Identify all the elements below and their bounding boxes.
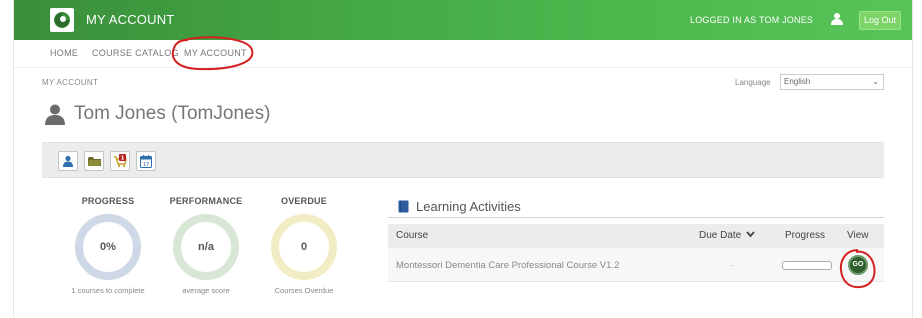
stat-title: PERFORMANCE bbox=[169, 196, 243, 206]
column-header-progress[interactable]: Progress bbox=[785, 230, 825, 241]
folder-button[interactable] bbox=[84, 151, 104, 171]
profile-button[interactable] bbox=[58, 151, 78, 171]
user-display-name: Tom Jones (TomJones) bbox=[74, 103, 271, 124]
language-select[interactable]: English ⌄ bbox=[780, 74, 884, 90]
user-avatar-icon bbox=[45, 104, 65, 125]
main-nav: HOME COURSE CATALOG MY ACCOUNT bbox=[14, 40, 912, 68]
column-header-course[interactable]: Course bbox=[396, 230, 428, 241]
breadcrumb: MY ACCOUNT bbox=[42, 78, 99, 87]
svg-text:1: 1 bbox=[121, 156, 125, 162]
stat-performance: PERFORMANCE n/a average score bbox=[156, 196, 256, 295]
table-row: Montessori Dementia Care Professional Co… bbox=[388, 248, 884, 282]
book-icon bbox=[398, 200, 409, 213]
calendar-icon: 17 bbox=[140, 154, 152, 168]
due-date-label: Due Date bbox=[699, 230, 742, 241]
user-icon bbox=[831, 12, 843, 30]
cart-button[interactable]: 1 bbox=[110, 151, 130, 171]
divider bbox=[388, 217, 884, 218]
logo-icon[interactable] bbox=[50, 8, 74, 32]
activities-table-header: Course Due Date Progress View bbox=[388, 224, 884, 248]
stat-value: 0% bbox=[100, 241, 116, 253]
top-bar: MY ACCOUNT LOGGED IN AS TOM JONES Log Ou… bbox=[14, 0, 912, 40]
user-heading: Tom Jones (TomJones) bbox=[44, 103, 270, 125]
chevron-down-icon: ⌄ bbox=[872, 77, 879, 86]
stat-title: PROGRESS bbox=[81, 196, 135, 206]
logout-button[interactable]: Log Out bbox=[859, 11, 901, 30]
column-header-due-date[interactable]: Due Date bbox=[699, 230, 755, 241]
stat-subtitle: Courses Overdue bbox=[274, 286, 334, 295]
overdue-ring: 0 bbox=[271, 214, 337, 280]
learning-activities-title: Learning Activities bbox=[416, 199, 521, 214]
learning-activities-header: Learning Activities bbox=[398, 199, 521, 214]
stat-title: OVERDUE bbox=[281, 196, 327, 206]
app-title: MY ACCOUNT bbox=[86, 12, 175, 27]
course-name[interactable]: Montessori Dementia Care Professional Co… bbox=[396, 260, 619, 271]
stat-progress: PROGRESS 0% 1 courses to complete bbox=[58, 196, 158, 295]
progress-ring: 0% bbox=[75, 214, 141, 280]
performance-ring: n/a bbox=[173, 214, 239, 280]
stat-value: 0 bbox=[300, 241, 308, 253]
sort-chevron-icon bbox=[746, 231, 755, 238]
stat-value: n/a bbox=[198, 241, 214, 253]
nav-item-home[interactable]: HOME bbox=[50, 48, 78, 58]
profile-icon bbox=[63, 155, 73, 167]
due-date-value: - bbox=[730, 260, 733, 270]
language-selected-value: English bbox=[784, 77, 811, 86]
calendar-button[interactable]: 17 bbox=[136, 151, 156, 171]
nav-item-course-catalog[interactable]: COURSE CATALOG bbox=[92, 48, 179, 58]
course-progress-bar bbox=[782, 261, 832, 270]
folder-icon bbox=[87, 156, 101, 166]
page-right-edge bbox=[912, 0, 913, 318]
logged-in-label: LOGGED IN AS TOM JONES bbox=[690, 15, 814, 25]
stat-subtitle: 1 courses to complete bbox=[71, 286, 145, 295]
go-button[interactable]: GO bbox=[848, 255, 868, 275]
account-toolbar: 1 17 bbox=[42, 142, 884, 178]
column-header-view: View bbox=[847, 230, 869, 241]
stat-overdue: OVERDUE 0 Courses Overdue bbox=[254, 196, 354, 295]
language-label: Language bbox=[735, 78, 771, 87]
stat-subtitle: average score bbox=[182, 286, 230, 295]
cart-icon: 1 bbox=[114, 154, 127, 168]
nav-item-my-account[interactable]: MY ACCOUNT bbox=[184, 48, 247, 58]
svg-text:17: 17 bbox=[143, 162, 149, 168]
